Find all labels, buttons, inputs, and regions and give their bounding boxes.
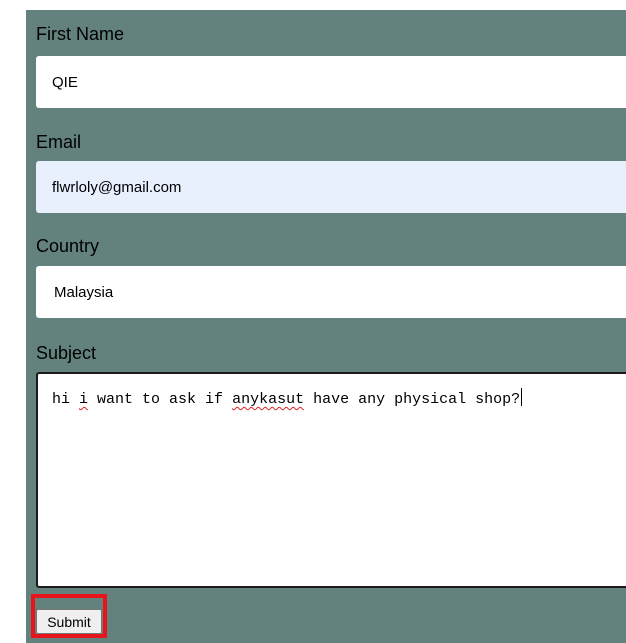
first-name-input[interactable]: QIE — [36, 56, 626, 108]
text-caret — [521, 388, 523, 406]
subject-misspelled-word: i — [79, 391, 89, 408]
subject-label: Subject — [36, 343, 97, 363]
subject-text-part: have any physical shop? — [304, 391, 521, 408]
subject-text-part: hi — [52, 391, 80, 408]
country-select[interactable]: Malaysia — [36, 266, 626, 318]
email-value: flwrloly@gmail.com — [52, 178, 182, 196]
submit-button[interactable]: Submit — [36, 609, 102, 634]
email-input[interactable]: flwrloly@gmail.com — [36, 161, 626, 213]
subject-text-part: want to ask if — [88, 391, 233, 408]
first-name-value: QIE — [52, 73, 78, 91]
subject-textarea[interactable]: hi i want to ask if anykasut have any ph… — [36, 372, 626, 588]
country-selected-value: Malaysia — [54, 283, 114, 301]
contact-form: First Name QIE Email flwrloly@gmail.com … — [26, 10, 626, 643]
subject-misspelled-word: anykasut — [232, 391, 305, 408]
first-name-label: First Name — [36, 24, 125, 44]
email-label: Email — [36, 132, 82, 152]
country-label: Country — [36, 236, 100, 256]
